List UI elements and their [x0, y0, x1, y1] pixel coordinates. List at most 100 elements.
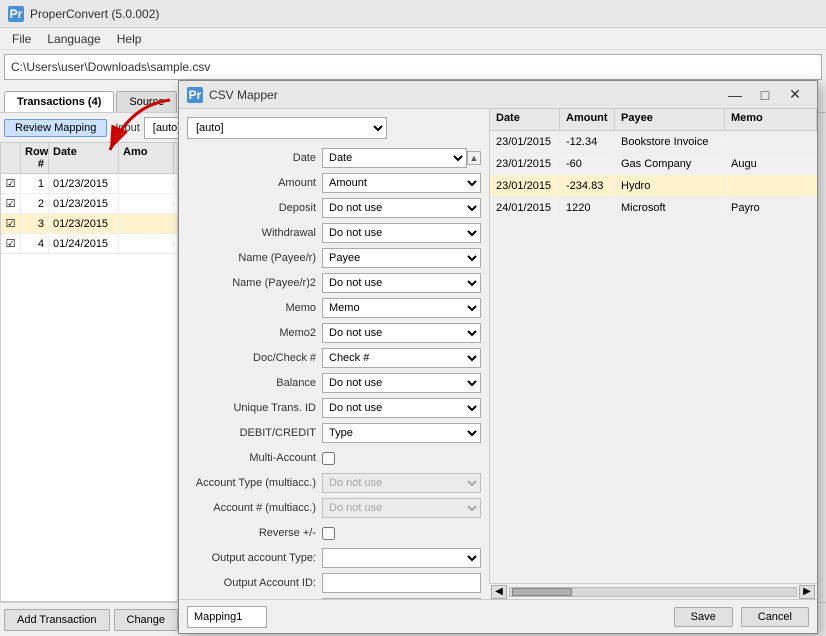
label-output-account-id: Output Account ID: [187, 577, 322, 589]
form-row-withdrawal: Withdrawal Do not use [187, 222, 481, 244]
modal-minimize-button[interactable]: — [721, 84, 749, 106]
modal-overlay: Pr CSV Mapper — □ ✕ [auto] [0, 0, 826, 636]
label-reverse: Reverse +/- [187, 527, 322, 539]
form-row-date: Date Date ▲ [187, 147, 481, 169]
form-row-unique-id: Unique Trans. ID Do not use [187, 397, 481, 419]
hscroll-track [509, 587, 797, 597]
form-row-multi-account: Multi-Account [187, 447, 481, 469]
form-row-reverse: Reverse +/- [187, 522, 481, 544]
csv-mapper-modal: Pr CSV Mapper — □ ✕ [auto] [178, 80, 818, 634]
label-debit-credit: DEBIT/CREDIT [187, 427, 322, 439]
preview-row: 23/01/2015 -60 Gas Company Augu [490, 153, 817, 175]
preview-amount-4: 1220 [560, 200, 615, 216]
modal-controls: — □ ✕ [721, 84, 809, 106]
select-amount[interactable]: Amount [322, 173, 481, 193]
preview-row: 23/01/2015 -234.83 Hydro [490, 175, 817, 197]
modal-body: [auto] Date Date ▲ Amount [179, 109, 817, 599]
label-account-num: Account # (multiacc.) [187, 502, 322, 514]
form-row-account-type: Account Type (multiacc.) Do not use [187, 472, 481, 494]
app-window: Pr ProperConvert (5.0.002) File Language… [0, 0, 826, 636]
modal-bottom: Save Cancel [179, 599, 817, 633]
select-account-num[interactable]: Do not use [322, 498, 481, 518]
preview-header-memo: Memo [725, 109, 817, 130]
label-account-type: Account Type (multiacc.) [187, 477, 322, 489]
modal-title-bar: Pr CSV Mapper — □ ✕ [179, 81, 817, 109]
label-multi-account: Multi-Account [187, 452, 322, 464]
label-unique-id: Unique Trans. ID [187, 402, 322, 414]
form-row-output-account-type: Output account Type: [187, 547, 481, 569]
preview-payee-1: Bookstore Invoice [615, 134, 725, 150]
form-row-amount: Amount Amount [187, 172, 481, 194]
preview-hscrollbar[interactable]: ◀ ▶ [489, 583, 817, 599]
label-memo: Memo [187, 302, 322, 314]
preview-row: 23/01/2015 -12.34 Bookstore Invoice [490, 131, 817, 153]
form-panel: [auto] Date Date ▲ Amount [179, 109, 489, 599]
hscroll-left-button[interactable]: ◀ [491, 585, 507, 599]
form-row-debit-credit: DEBIT/CREDIT Type [187, 422, 481, 444]
modal-close-button[interactable]: ✕ [781, 84, 809, 106]
label-payee: Name (Payee/r) [187, 252, 322, 264]
preview-payee-4: Microsoft [615, 200, 725, 216]
label-amount: Amount [187, 177, 322, 189]
preview-header-amount: Amount [560, 109, 615, 130]
form-row-output-account-id: Output Account ID: [187, 572, 481, 594]
preview-header-date: Date [490, 109, 560, 130]
hscroll-thumb[interactable] [512, 588, 572, 596]
modal-app-icon: Pr [187, 87, 203, 103]
select-check[interactable]: Check # [322, 348, 481, 368]
form-row-memo: Memo Memo [187, 297, 481, 319]
form-row-balance: Balance Do not use [187, 372, 481, 394]
label-payee2: Name (Payee/r)2 [187, 277, 322, 289]
select-deposit[interactable]: Do not use [322, 198, 481, 218]
preview-amount-2: -60 [560, 156, 615, 172]
preview-header-payee: Payee [615, 109, 725, 130]
select-debit-credit[interactable]: Type [322, 423, 481, 443]
preview-memo-1 [725, 140, 817, 144]
save-button[interactable]: Save [674, 607, 733, 627]
select-withdrawal[interactable]: Do not use [322, 223, 481, 243]
label-date: Date [187, 152, 322, 164]
form-row-payee2: Name (Payee/r)2 Do not use [187, 272, 481, 294]
select-payee[interactable]: Payee [322, 248, 481, 268]
label-deposit: Deposit [187, 202, 322, 214]
form-row-account-num: Account # (multiacc.) Do not use [187, 497, 481, 519]
preview-date-3: 23/01/2015 [490, 178, 560, 194]
preview-panel-wrapper: Date Amount Payee Memo 23/01/2015 -12.34… [489, 109, 817, 599]
auto-profile-select[interactable]: [auto] [187, 117, 387, 139]
form-row-deposit: Deposit Do not use [187, 197, 481, 219]
preview-memo-3 [725, 184, 817, 188]
preview-header: Date Amount Payee Memo [490, 109, 817, 131]
preview-date-1: 23/01/2015 [490, 134, 560, 150]
mapping-name-input[interactable] [187, 606, 267, 628]
form-row-payee: Name (Payee/r) Payee [187, 247, 481, 269]
select-account-type[interactable]: Do not use [322, 473, 481, 493]
preview-payee-2: Gas Company [615, 156, 725, 172]
form-top: [auto] [187, 117, 481, 139]
scroll-up-indicator[interactable]: ▲ [467, 151, 481, 165]
select-balance[interactable]: Do not use [322, 373, 481, 393]
select-date[interactable]: Date [322, 148, 467, 168]
preview-memo-4: Payro [725, 200, 817, 216]
select-memo2[interactable]: Do not use [322, 323, 481, 343]
preview-date-2: 23/01/2015 [490, 156, 560, 172]
select-memo[interactable]: Memo [322, 298, 481, 318]
preview-payee-3: Hydro [615, 178, 725, 194]
form-row-memo2: Memo2 Do not use [187, 322, 481, 344]
input-output-bank-id[interactable] [322, 598, 481, 599]
modal-title: CSV Mapper [209, 88, 721, 102]
hscroll-right-button[interactable]: ▶ [799, 585, 815, 599]
checkbox-reverse[interactable] [322, 527, 335, 540]
preview-panel: Date Amount Payee Memo 23/01/2015 -12.34… [489, 109, 817, 583]
label-withdrawal: Withdrawal [187, 227, 322, 239]
select-payee2[interactable]: Do not use [322, 273, 481, 293]
preview-date-4: 24/01/2015 [490, 200, 560, 216]
input-output-account-id[interactable] [322, 573, 481, 593]
modal-maximize-button[interactable]: □ [751, 84, 779, 106]
preview-row: 24/01/2015 1220 Microsoft Payro [490, 197, 817, 219]
checkbox-multi-account[interactable] [322, 452, 335, 465]
preview-amount-3: -234.83 [560, 178, 615, 194]
select-output-account-type[interactable] [322, 548, 481, 568]
label-output-account-type: Output account Type: [187, 552, 322, 564]
select-unique-id[interactable]: Do not use [322, 398, 481, 418]
cancel-button[interactable]: Cancel [741, 607, 809, 627]
